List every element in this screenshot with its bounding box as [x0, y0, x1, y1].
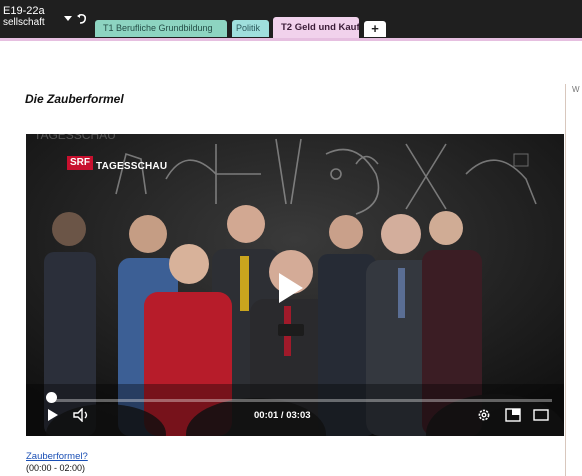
page-divider: [565, 84, 566, 476]
srf-tagesschau-logo: SRF TAGESSCHAU: [67, 156, 167, 172]
undo-icon[interactable]: [76, 13, 88, 25]
srf-logo-text: TAGESSCHAU: [96, 161, 168, 172]
big-play-icon[interactable]: [279, 273, 303, 303]
notebook-title[interactable]: E19-22a sellschaft: [3, 5, 45, 29]
tab-t1-berufliche-grundbildung[interactable]: T1 Berufliche Grundbildung: [95, 20, 227, 37]
broadcaster-ghost-text: TAGESSCHAU: [34, 134, 116, 142]
time-display: 00:01 / 03:03: [254, 410, 311, 421]
tab-label: T2 Geld und Kauf: [281, 22, 360, 33]
srf-logo-box: SRF: [67, 156, 93, 170]
tab-t2-geld-und-kauf[interactable]: T2 Geld und Kauf: [273, 17, 360, 38]
timestamp-range: (00:00 - 02:00): [26, 463, 86, 473]
play-icon[interactable]: [48, 409, 58, 421]
add-section-button[interactable]: +: [364, 21, 386, 37]
volume-icon[interactable]: [73, 408, 91, 422]
chevron-down-icon[interactable]: [64, 16, 72, 21]
notebook-header: E19-22a sellschaft T1 Berufliche Grundbi…: [0, 0, 582, 41]
settings-icon[interactable]: [477, 408, 491, 422]
notebook-title-line2: sellschaft: [3, 17, 45, 28]
tab-politik[interactable]: Politik: [232, 20, 269, 37]
progress-handle[interactable]: [46, 392, 57, 403]
theater-mode-icon[interactable]: [533, 408, 549, 422]
miniplayer-icon[interactable]: [505, 408, 521, 422]
progress-bar[interactable]: [52, 399, 552, 402]
zauberformel-link[interactable]: Zauberformel?: [26, 451, 88, 462]
tab-label: Politik: [236, 23, 261, 33]
notebook-title-line1: E19-22a: [3, 5, 45, 17]
page-title: Die Zauberformel: [25, 92, 124, 106]
tab-label: T1 Berufliche Grundbildung: [103, 23, 213, 33]
page-side-label: W: [572, 85, 580, 94]
video-player[interactable]: TAGESSCHAU SRF TAGESSCHAU 00:01 / 03:03: [26, 134, 564, 436]
